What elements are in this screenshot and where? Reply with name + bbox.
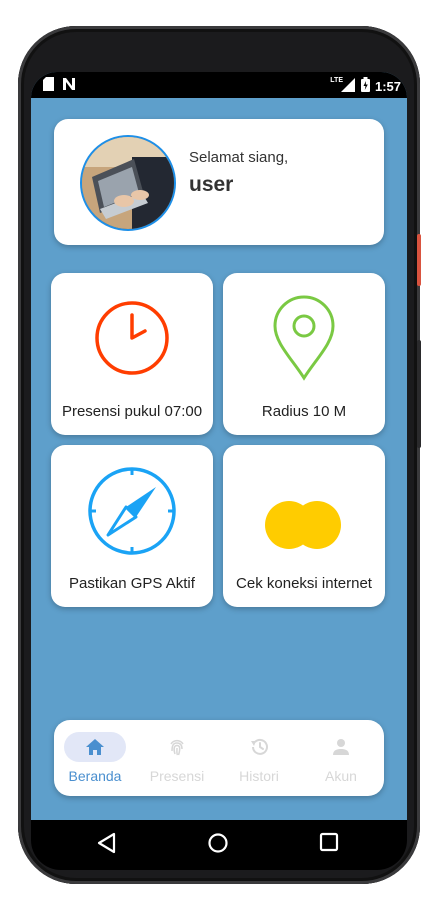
tile-label: Presensi pukul 07:00	[61, 403, 203, 420]
clock-icon	[51, 293, 213, 383]
tile-gps[interactable]: Pastikan GPS Aktif	[51, 445, 213, 607]
nav-label: Beranda	[68, 768, 122, 784]
tile-internet[interactable]: Cek koneksi internet	[223, 445, 385, 607]
greeting-username: user	[189, 173, 234, 196]
screen: LTE 1:57 Selamat siang, user Presensi pu…	[31, 72, 407, 820]
person-icon	[310, 732, 372, 762]
avatar[interactable]	[80, 135, 176, 231]
nav-label: Histori	[239, 768, 279, 784]
location-pin-icon	[223, 293, 385, 383]
nav-item-akun[interactable]: Akun	[300, 732, 382, 788]
tile-label: Cek koneksi internet	[236, 575, 372, 592]
nav-item-presensi[interactable]: Presensi	[136, 732, 218, 788]
greeting-card: Selamat siang, user	[54, 119, 384, 245]
home-icon	[64, 732, 126, 762]
home-circle-icon[interactable]	[207, 832, 229, 859]
battery-icon	[360, 77, 370, 95]
status-bar: LTE 1:57	[31, 72, 407, 98]
bottom-navigation: Beranda Presensi Histori Akun	[54, 720, 384, 796]
tile-radius[interactable]: Radius 10 M	[223, 273, 385, 435]
fingerprint-icon	[146, 732, 208, 762]
nav-label: Presensi	[149, 768, 205, 784]
recents-square-icon[interactable]	[319, 832, 339, 857]
tile-label: Radius 10 M	[261, 403, 347, 420]
tile-attendance-time[interactable]: Presensi pukul 07:00	[51, 273, 213, 435]
greeting-salutation: Selamat siang,	[189, 149, 289, 166]
power-button	[417, 234, 421, 286]
compass-icon	[51, 465, 213, 555]
tile-label: Pastikan GPS Aktif	[69, 575, 195, 592]
history-icon	[228, 732, 290, 762]
volume-button	[417, 340, 421, 448]
sim-card-icon	[43, 77, 54, 94]
status-time: 1:57	[374, 78, 401, 94]
back-icon[interactable]	[97, 832, 117, 859]
nav-item-beranda[interactable]: Beranda	[54, 732, 136, 788]
nav-label: Akun	[325, 768, 357, 784]
connection-circles-icon	[223, 465, 385, 555]
network-n-icon	[62, 77, 76, 94]
nav-item-histori[interactable]: Histori	[218, 732, 300, 788]
system-navigation-bar	[31, 820, 407, 870]
lte-label: LTE	[330, 77, 343, 84]
